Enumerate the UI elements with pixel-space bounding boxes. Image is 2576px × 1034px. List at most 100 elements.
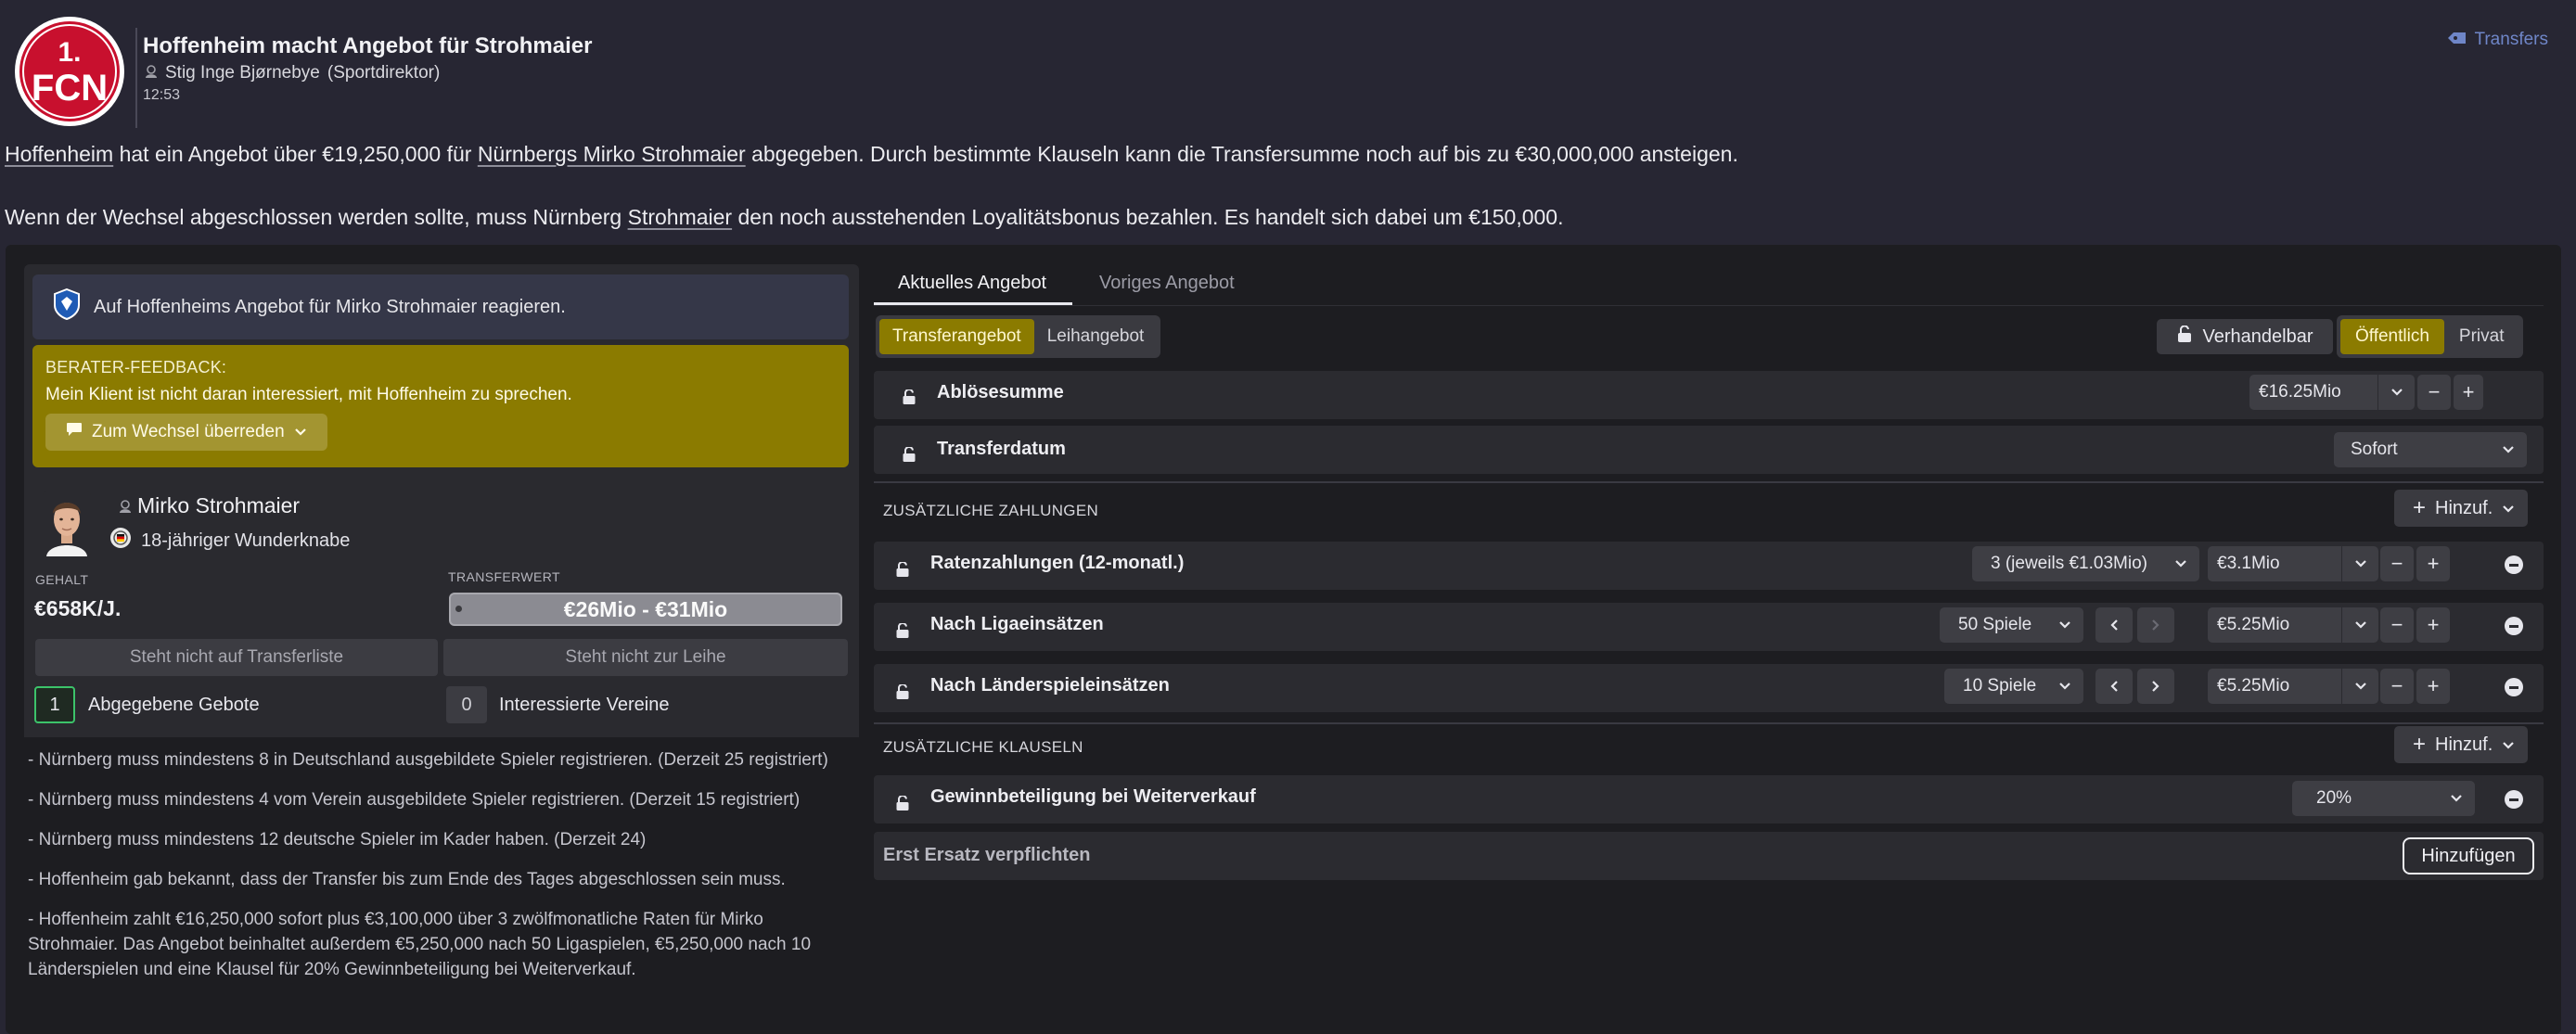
author-name[interactable]: Stig Inge Bjørnebye <box>165 63 320 83</box>
installments-decrease-button[interactable]: − <box>2380 546 2414 581</box>
page-title: Hoffenheim macht Angebot für Strohmaier <box>143 33 593 58</box>
fee-label: Ablösesumme <box>937 382 1064 402</box>
not-transfer-listed-button[interactable]: Steht nicht auf Transferliste <box>35 639 438 676</box>
league-apps-select[interactable]: 50 Spiele <box>1940 607 2083 643</box>
league-apps-amount: €5.25Mio <box>2217 615 2290 634</box>
intl-apps-amount-select[interactable]: €5.25Mio <box>2208 669 2378 704</box>
tab-previous-offer[interactable]: Voriges Angebot <box>1099 273 1235 294</box>
player-link[interactable]: Nürnbergs Mirko Strohmaier <box>478 142 746 166</box>
message-text: den noch ausstehenden Loyalitätsbonus be… <box>732 205 1564 229</box>
transfer-value-text: €26Mio - €31Mio <box>563 596 728 621</box>
clause-list: - Nürnberg muss mindestens 8 in Deutschl… <box>28 747 844 997</box>
person-icon <box>119 493 132 518</box>
unlock-icon[interactable] <box>903 386 916 410</box>
interested-clubs-count[interactable]: 0 <box>446 686 487 723</box>
speech-bubble-icon <box>66 422 83 442</box>
installments-increase-button[interactable]: + <box>2416 546 2450 581</box>
transfer-value-label: TRANSFERWERT <box>448 569 560 584</box>
active-tab-indicator <box>874 302 1072 305</box>
add-payment-button[interactable]: + Hinzuf. <box>2394 490 2529 527</box>
installments-select[interactable]: 3 (jeweils €1.03Mio) <box>1972 546 2199 581</box>
message-text: hat ein Angebot über €19,250,000 für <box>113 142 478 166</box>
intl-apps-decrease-button[interactable]: − <box>2380 669 2414 704</box>
intl-apps-increase-button[interactable]: + <box>2416 669 2450 704</box>
offer-type-loan[interactable]: Leihangebot <box>1034 319 1158 354</box>
not-loan-listed-button[interactable]: Steht nicht zur Leihe <box>443 639 848 676</box>
chevron-down-icon <box>2341 669 2378 704</box>
agent-feedback-label: BERATER-FEEDBACK: <box>45 358 227 377</box>
offer-type-toggle: Transferangebot Leihangebot <box>876 315 1161 358</box>
unlock-icon[interactable] <box>896 619 909 644</box>
message-line-1: Hoffenheim hat ein Angebot über €19,250,… <box>5 142 1738 167</box>
transfers-link-label[interactable]: Transfers <box>2474 30 2548 50</box>
player-name[interactable]: Mirko Strohmaier <box>119 493 300 518</box>
tab-current-offer[interactable]: Aktuelles Angebot <box>898 273 1046 294</box>
player-avatar[interactable] <box>43 491 91 556</box>
unlock-icon <box>2177 325 2192 348</box>
club-link[interactable]: Hoffenheim <box>5 142 113 166</box>
unlock-icon[interactable] <box>903 443 916 467</box>
date-label: Transferdatum <box>937 439 1066 459</box>
player-description-text: 18-jähriger Wunderknabe <box>141 530 351 551</box>
message-author[interactable]: Stig Inge Bjørnebye (Sportdirektor) <box>145 63 440 83</box>
chevron-down-icon <box>2438 781 2475 816</box>
replacement-label: Erst Ersatz verpflichten <box>883 845 1091 865</box>
player-name-text[interactable]: Mirko Strohmaier <box>137 493 300 518</box>
sell-on-select[interactable]: 20% <box>2292 781 2475 816</box>
chevron-down-icon <box>2377 375 2415 410</box>
message-text: abgegeben. Durch bestimmte Klauseln kann… <box>745 142 1738 166</box>
bids-count[interactable]: 1 <box>34 686 75 723</box>
unlock-icon[interactable] <box>896 558 909 582</box>
date-select[interactable]: Sofort <box>2334 432 2527 467</box>
intl-apps-amount: €5.25Mio <box>2217 676 2290 696</box>
fee-increase-button[interactable]: + <box>2454 375 2483 410</box>
germany-flag-icon <box>109 527 132 555</box>
agent-feedback-box: BERATER-FEEDBACK: Mein Klient ist nicht … <box>32 345 849 467</box>
unlock-icon[interactable] <box>896 681 909 705</box>
add-clause-label: Hinzuf. <box>2435 734 2493 755</box>
installments-amount-select[interactable]: €3.1Mio <box>2208 546 2378 581</box>
chevron-down-icon <box>2502 498 2515 519</box>
salary-value: €658K/J. <box>34 596 122 620</box>
intl-apps-select-value: 10 Spiele <box>1963 676 2037 696</box>
visibility-public[interactable]: Öffentlich <box>2340 319 2444 354</box>
fee-select[interactable]: €16.25Mio <box>2249 375 2415 410</box>
player-description: 18-jähriger Wunderknabe <box>109 527 350 555</box>
player-link[interactable]: Strohmaier <box>628 205 732 229</box>
remove-league-apps-icon[interactable] <box>2505 617 2523 635</box>
remove-intl-apps-icon[interactable] <box>2505 678 2523 696</box>
fee-value: €16.25Mio <box>2259 382 2341 402</box>
react-to-offer-banner[interactable]: Auf Hoffenheims Angebot für Mirko Strohm… <box>32 274 849 339</box>
intl-apps-next-button[interactable] <box>2137 669 2174 704</box>
intl-apps-prev-button[interactable] <box>2095 669 2133 704</box>
visibility-toggle: Öffentlich Privat <box>2337 315 2523 358</box>
persuade-button[interactable]: Zum Wechsel überreden <box>45 414 327 451</box>
league-apps-next-button[interactable] <box>2137 607 2174 643</box>
salary-label: GEHALT <box>35 572 89 587</box>
chevron-down-icon <box>294 422 307 442</box>
fee-decrease-button[interactable]: − <box>2417 375 2451 410</box>
league-apps-decrease-button[interactable]: − <box>2380 607 2414 643</box>
league-apps-increase-button[interactable]: + <box>2416 607 2450 643</box>
add-replacement-button[interactable]: Hinzufügen <box>2403 837 2534 874</box>
add-clause-button[interactable]: + Hinzuf. <box>2394 726 2529 763</box>
unlock-icon[interactable] <box>896 792 909 816</box>
extra-clauses-header: ZUSÄTZLICHE KLAUSELN <box>883 738 1083 756</box>
negotiable-label: Verhandelbar <box>2202 326 2313 347</box>
league-apps-amount-select[interactable]: €5.25Mio <box>2208 607 2378 643</box>
sell-on-label: Gewinnbeteiligung bei Weiterverkauf <box>930 786 1256 807</box>
negotiable-toggle[interactable]: Verhandelbar <box>2157 319 2333 354</box>
offer-type-transfer[interactable]: Transferangebot <box>879 319 1034 354</box>
chevron-down-icon <box>2502 734 2515 756</box>
league-apps-prev-button[interactable] <box>2095 607 2133 643</box>
remove-installments-icon[interactable] <box>2505 555 2523 574</box>
visibility-private[interactable]: Privat <box>2444 319 2519 354</box>
transfers-link[interactable]: Transfers <box>2448 30 2548 50</box>
react-to-offer-text[interactable]: Auf Hoffenheims Angebot für Mirko Strohm… <box>94 297 566 318</box>
remove-sell-on-icon[interactable] <box>2505 790 2523 809</box>
intl-apps-select[interactable]: 10 Spiele <box>1944 669 2083 704</box>
interested-clubs-label: Interessierte Vereine <box>499 695 670 715</box>
persuade-button-label: Zum Wechsel überreden <box>92 422 285 441</box>
club-logo: 1. FCN <box>13 15 126 128</box>
message-line-2: Wenn der Wechsel abgeschlossen werden so… <box>5 205 1563 230</box>
